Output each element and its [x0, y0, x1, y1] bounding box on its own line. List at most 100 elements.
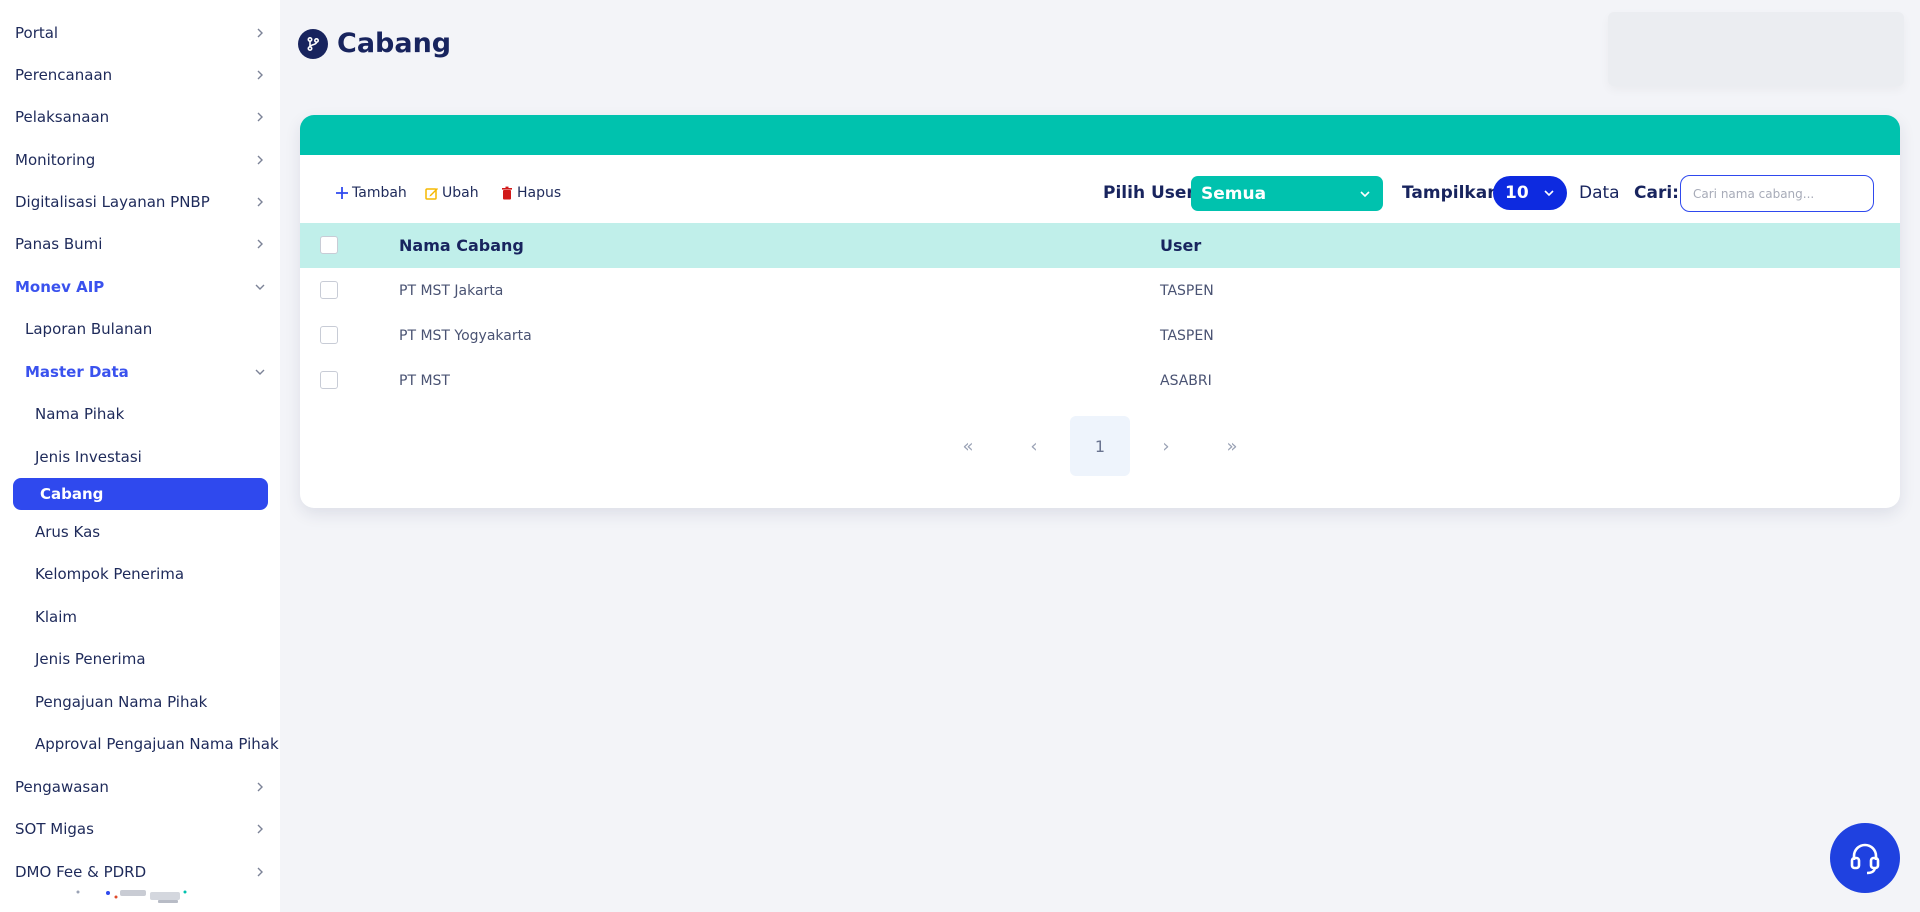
sidebar-item-label: Nama Pihak [35, 405, 125, 423]
sidebar-item-label: DMO Fee & PDRD [15, 863, 147, 881]
sidebar-item-label: Monitoring [15, 151, 96, 169]
sidebar-item-label: Kelompok Penerima [35, 565, 185, 583]
page-size-select[interactable]: 10 [1493, 176, 1567, 210]
sidebar-item-approval-pengajuan[interactable]: Approval Pengajuan Nama Pihak [0, 727, 280, 761]
table-row[interactable]: PT MST ASABRI [300, 358, 1900, 403]
sidebar-item-perencanaan[interactable]: Perencanaan [0, 58, 280, 92]
row-checkbox[interactable] [320, 281, 338, 299]
page-size-suffix: Data [1579, 183, 1620, 203]
sidebar-item-panas-bumi[interactable]: Panas Bumi [0, 227, 280, 261]
cell-user: ASABRI [1160, 372, 1212, 389]
table-header: Nama Cabang User [300, 223, 1900, 268]
sidebar-item-label: Digitalisasi Layanan PNBP [15, 193, 210, 211]
user-filter-select[interactable]: Semua [1191, 176, 1383, 211]
sidebar-item-portal[interactable]: Portal [0, 16, 280, 50]
sidebar-item-jenis-investasi[interactable]: Jenis Investasi [0, 440, 280, 474]
pagination: « ‹ 1 › » [300, 416, 1900, 476]
plus-icon [336, 187, 348, 199]
sidebar-item-arus-kas[interactable]: Arus Kas [0, 515, 280, 549]
chevron-right-icon [257, 70, 263, 80]
help-button[interactable] [1830, 823, 1900, 893]
user-filter-value: Semua [1201, 183, 1267, 204]
chevron-right-icon [257, 867, 263, 877]
page-title: Cabang [298, 28, 451, 59]
sidebar-item-monitoring[interactable]: Monitoring [0, 143, 280, 177]
edit-icon [425, 188, 438, 200]
chevron-right-icon [257, 239, 263, 249]
sidebar-item-label: Arus Kas [35, 523, 101, 541]
next-page-button[interactable]: › [1136, 416, 1196, 476]
chevron-right-icon [257, 155, 263, 165]
sidebar: Portal Perencanaan Pelaksanaan Monitorin… [0, 0, 280, 912]
first-page-button[interactable]: « [938, 416, 998, 476]
sidebar-item-label: Klaim [35, 608, 77, 626]
footer-logo-icon [76, 890, 187, 903]
search-input[interactable] [1680, 175, 1874, 212]
column-header-nama-cabang[interactable]: Nama Cabang [399, 223, 524, 268]
chevron-right-icon [257, 782, 263, 792]
sidebar-item-label: Cabang [40, 485, 104, 503]
prev-page-button[interactable]: ‹ [1004, 416, 1064, 476]
add-button[interactable]: Tambah [335, 175, 407, 211]
cell-nama-cabang: PT MST Yogyakarta [399, 327, 532, 344]
sidebar-item-label: Perencanaan [15, 66, 113, 84]
chevron-down-icon [1544, 190, 1554, 197]
sidebar-item-label: Pengajuan Nama Pihak [35, 693, 208, 711]
sidebar-item-label: Panas Bumi [15, 235, 103, 253]
chevron-down-icon [1360, 190, 1370, 197]
table-row[interactable]: PT MST Yogyakarta TASPEN [300, 313, 1900, 358]
page-size-label: Tampilkan [1402, 183, 1500, 203]
last-page-button[interactable]: » [1202, 416, 1262, 476]
sidebar-item-digitalisasi[interactable]: Digitalisasi Layanan PNBP [0, 185, 280, 219]
add-button-label: Tambah [352, 185, 407, 201]
sidebar-item-pengajuan-nama-pihak[interactable]: Pengajuan Nama Pihak [0, 685, 280, 719]
cell-user: TASPEN [1160, 327, 1214, 344]
sidebar-item-label: Jenis Penerima [35, 650, 146, 668]
sidebar-item-label: Monev AIP [15, 278, 105, 296]
page-size-value: 10 [1505, 183, 1529, 203]
main-card: Tambah Ubah Hapus Pilih User: Semua Tamp… [300, 115, 1900, 508]
edit-button[interactable]: Ubah [425, 175, 479, 211]
current-page-button[interactable]: 1 [1070, 416, 1130, 476]
sidebar-item-laporan-bulanan[interactable]: Laporan Bulanan [0, 312, 280, 346]
sidebar-item-pengawasan[interactable]: Pengawasan [0, 770, 280, 804]
toolbar: Tambah Ubah Hapus Pilih User: Semua Tamp… [300, 175, 1900, 212]
sidebar-item-cabang[interactable]: Cabang [13, 478, 268, 510]
chevron-right-icon [257, 824, 263, 834]
chevron-right-icon [257, 112, 263, 122]
row-checkbox[interactable] [320, 326, 338, 344]
cell-nama-cabang: PT MST [399, 372, 450, 389]
user-profile-card[interactable] [1608, 12, 1904, 86]
branch-icon [298, 28, 328, 59]
sidebar-item-master-data[interactable]: Master Data [0, 355, 280, 389]
sidebar-item-label: Master Data [25, 363, 129, 381]
trash-icon [502, 186, 512, 200]
sidebar-item-nama-pihak[interactable]: Nama Pihak [0, 397, 280, 431]
headset-icon [1850, 843, 1880, 875]
sidebar-item-kelompok-penerima[interactable]: Kelompok Penerima [0, 557, 280, 591]
sidebar-item-klaim[interactable]: Klaim [0, 600, 280, 634]
cell-nama-cabang: PT MST Jakarta [399, 282, 504, 299]
edit-button-label: Ubah [442, 185, 479, 201]
chevron-right-icon [257, 28, 263, 38]
user-filter-label: Pilih User: [1103, 183, 1202, 203]
sidebar-item-label: Jenis Investasi [35, 448, 142, 466]
sidebar-item-jenis-penerima[interactable]: Jenis Penerima [0, 642, 280, 676]
sidebar-item-monev-aip[interactable]: Monev AIP [0, 270, 280, 304]
table-row[interactable]: PT MST Jakarta TASPEN [300, 268, 1900, 313]
search-label: Cari: [1634, 183, 1679, 203]
delete-button[interactable]: Hapus [500, 175, 561, 211]
chevron-down-icon [255, 369, 265, 375]
column-header-user[interactable]: User [1160, 223, 1201, 268]
sidebar-item-pelaksanaan[interactable]: Pelaksanaan [0, 100, 280, 134]
sidebar-item-label: Approval Pengajuan Nama Pihak [35, 735, 279, 753]
sidebar-item-label: Pengawasan [15, 778, 109, 796]
row-checkbox[interactable] [320, 371, 338, 389]
sidebar-item-label: Laporan Bulanan [25, 320, 153, 338]
page-title-text: Cabang [337, 28, 452, 59]
select-all-checkbox[interactable] [320, 236, 338, 254]
chevron-right-icon [257, 197, 263, 207]
chevron-down-icon [255, 284, 265, 290]
sidebar-item-sot-migas[interactable]: SOT Migas [0, 812, 280, 846]
sidebar-item-dmo-fee[interactable]: DMO Fee & PDRD [0, 855, 280, 889]
